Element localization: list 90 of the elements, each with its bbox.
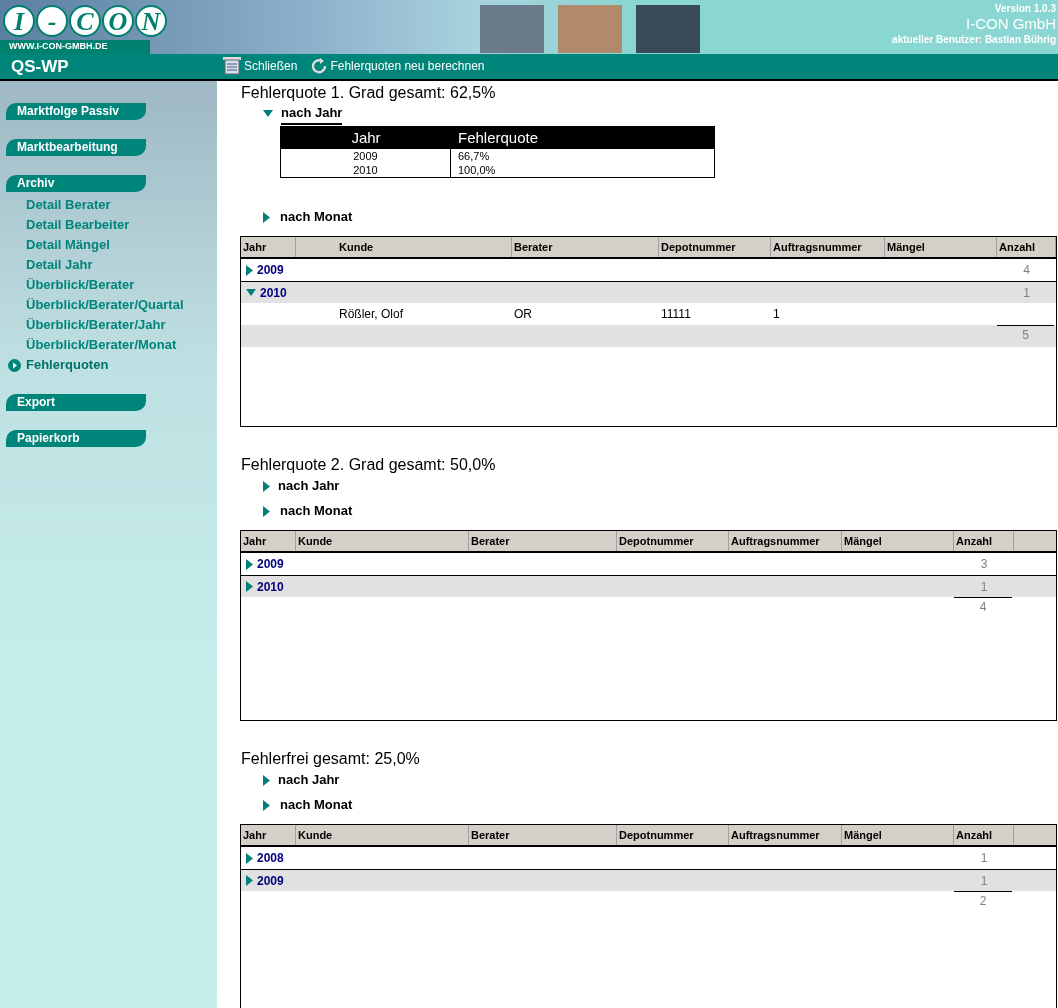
version-label: Version 1.0.3 — [994, 2, 1056, 16]
year-group-label[interactable]: 2009 — [257, 871, 284, 890]
logo-letter: C — [69, 5, 101, 37]
collapsed-triangle-icon[interactable] — [263, 211, 270, 223]
column-header[interactable]: Mängel — [842, 825, 954, 845]
sidebar-section-heading[interactable]: Papierkorb — [6, 430, 146, 447]
table-cell-text: 11111 — [660, 306, 692, 323]
sidebar-section-heading[interactable]: Archiv — [6, 175, 146, 192]
total-count: 5 — [997, 325, 1054, 347]
column-header[interactable]: Mängel — [842, 531, 954, 551]
count-cell-text: 1 — [979, 578, 989, 596]
company-name: I-CON GmbH — [966, 16, 1056, 32]
sidebar-link[interactable]: Fehlerquoten — [26, 355, 109, 375]
table-cell-text: 66,7% — [458, 149, 491, 163]
year-group-label[interactable]: 2009 — [257, 555, 284, 573]
group-toggle-label[interactable]: nach Jahr — [281, 103, 343, 125]
close-button[interactable]: Schließen — [222, 57, 298, 76]
collapsed-triangle-icon[interactable] — [263, 774, 270, 786]
year-group-label[interactable]: 2010 — [257, 577, 284, 596]
column-header[interactable]: Auftragsnummer — [729, 531, 842, 551]
column-header[interactable]: Mängel — [885, 237, 997, 257]
count-cell-text: 4 — [1022, 262, 1031, 279]
total-count: 4 — [954, 597, 1012, 619]
collapsed-triangle-icon[interactable] — [246, 852, 253, 864]
count-cell-text: 1 — [979, 872, 989, 890]
section-title: Fehlerquote 1. Grad gesamt: 62,5% — [241, 83, 497, 102]
document-icon — [222, 57, 242, 76]
column-header[interactable]: Anzahl — [997, 237, 1056, 257]
year-group-label[interactable]: 2010 — [260, 283, 287, 302]
column-header[interactable]: Jahr — [241, 825, 296, 845]
table-cell: 2010 — [353, 163, 378, 177]
group-toggle-label[interactable]: nach Monat — [280, 795, 353, 815]
collapsed-triangle-icon[interactable] — [246, 558, 253, 570]
column-header[interactable]: Auftragsnummer — [729, 825, 842, 845]
logo-letter: N — [135, 5, 167, 37]
group-toggle-label[interactable]: nach Jahr — [278, 770, 340, 790]
count-cell-text: 3 — [979, 556, 989, 573]
column-header[interactable]: Kunde — [296, 825, 469, 845]
column-header[interactable]: Kunde — [296, 531, 469, 551]
year-group-label[interactable]: 2009 — [257, 261, 284, 279]
column-header[interactable]: Berater — [469, 531, 617, 551]
section-title: Fehlerquote 2. Grad gesamt: 50,0% — [241, 455, 497, 474]
website-url: WWW.I-CON-GMBH.DE — [0, 40, 150, 54]
collapsed-triangle-icon[interactable] — [246, 875, 253, 886]
table-cell-text: Rößler, Olof — [338, 306, 405, 323]
column-header[interactable]: Anzahl — [954, 531, 1014, 551]
column-header[interactable]: Berater — [469, 825, 617, 845]
table-cell-text: 1 — [772, 306, 781, 323]
collapsed-triangle-icon[interactable] — [246, 581, 253, 592]
table-cell: 2009 — [353, 149, 378, 163]
column-header: Fehlerquote — [457, 127, 539, 148]
column-header[interactable]: Depotnummer — [617, 531, 729, 551]
current-user-label: aktueller Benutzer: Bastian Bührig — [892, 33, 1056, 47]
column-header[interactable]: Kunde — [296, 237, 512, 257]
photo-placeholder — [636, 5, 700, 53]
total-count: 2 — [954, 891, 1012, 913]
sidebar-section-heading[interactable]: Marktbearbeitung — [6, 139, 146, 156]
table-cell: 100,0% — [458, 163, 496, 177]
count-cell-text: 1 — [979, 850, 989, 867]
collapsed-triangle-icon[interactable] — [263, 480, 270, 492]
collapsed-triangle-icon[interactable] — [263, 505, 270, 517]
sidebar-section-heading[interactable]: Export — [6, 394, 146, 411]
refresh-icon — [311, 57, 329, 75]
column-header[interactable]: Jahr — [241, 237, 296, 257]
expanded-triangle-icon[interactable] — [246, 288, 256, 297]
column-header[interactable]: Auftragsnummer — [771, 237, 885, 257]
column-header[interactable]: Jahr — [241, 531, 296, 551]
logo-letter: - — [36, 5, 68, 37]
collapsed-triangle-icon[interactable] — [263, 799, 270, 811]
group-toggle-label[interactable]: nach Monat — [280, 207, 353, 227]
collapsed-triangle-icon[interactable] — [246, 264, 253, 276]
sidebar-section-heading[interactable]: Marktfolge Passiv — [6, 103, 146, 120]
column-header: Jahr — [350, 127, 382, 148]
column-header[interactable]: Anzahl — [954, 825, 1014, 845]
photo-placeholder — [480, 5, 544, 53]
section-title: Fehlerfrei gesamt: 25,0% — [241, 749, 421, 768]
expanded-triangle-icon[interactable] — [263, 110, 273, 118]
photo-placeholder — [558, 5, 622, 53]
year-group-label[interactable]: 2008 — [257, 849, 284, 867]
logo-letter: O — [102, 5, 134, 37]
app-title: QS-WP — [10, 55, 70, 78]
group-toggle-label[interactable]: nach Jahr — [278, 476, 340, 496]
count-cell-text: 1 — [1022, 284, 1031, 302]
column-header[interactable]: Depotnummer — [659, 237, 771, 257]
table-cell-text: OR — [513, 306, 533, 323]
recalculate-button[interactable]: Fehlerquoten neu berechnen — [311, 57, 485, 76]
column-header[interactable]: Berater — [512, 237, 659, 257]
logo-letter: I — [3, 5, 35, 37]
column-header[interactable]: Depotnummer — [617, 825, 729, 845]
group-toggle-label[interactable]: nach Monat — [280, 501, 353, 521]
